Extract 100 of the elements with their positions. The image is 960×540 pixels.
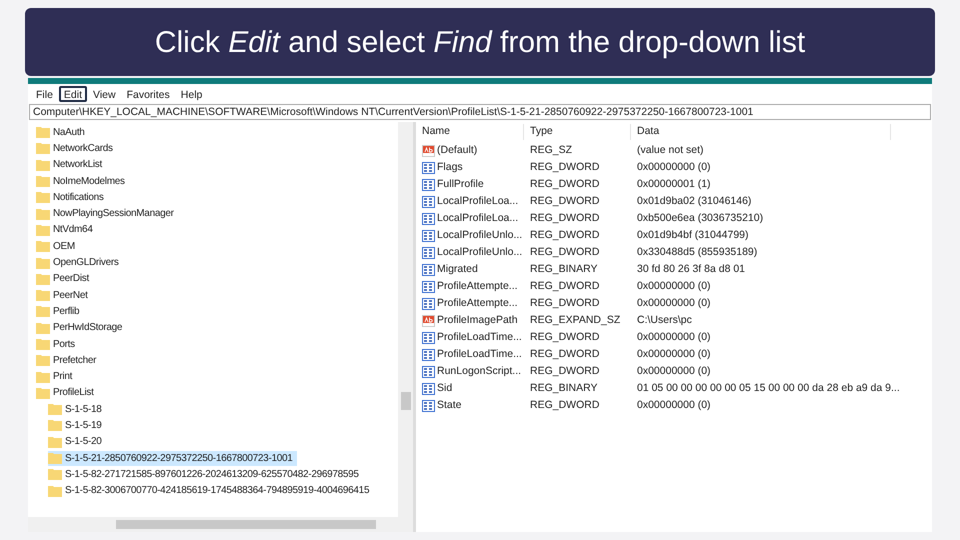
binary-value-icon (422, 382, 435, 394)
table-cell-text: REG_EXPAND_SZ (529, 312, 622, 328)
tree-item[interactable]: S-1-5-82-3006700770-424185619-1745488364-794895919-4004696415 (48, 483, 374, 498)
column-header[interactable]: Data (631, 124, 891, 140)
tree-item[interactable]: OEM (36, 238, 79, 254)
table-cell-text: 0x00000001 (1) (636, 176, 712, 192)
binary-value-icon (422, 178, 435, 190)
table-cell-text: ProfileAttempte... (437, 296, 518, 311)
tree-item[interactable]: PeerNet (36, 288, 92, 303)
binary-value-icon (422, 264, 435, 276)
binary-value-icon (422, 298, 435, 310)
binary-value-icon (422, 196, 435, 208)
tree-item[interactable]: NetworkCards (36, 140, 117, 156)
table-cell-text: REG_DWORD (529, 194, 600, 209)
table-cell-text: REG_BINARY (529, 262, 598, 277)
menu-item[interactable]: Favorites (122, 86, 175, 102)
tree-item[interactable]: Prefetcher (36, 352, 100, 368)
table-cell-text: REG_DWORD (529, 346, 600, 362)
table-cell-text: REG_DWORD (529, 210, 600, 226)
menu-item[interactable]: Help (176, 86, 208, 102)
table-cell-text: 0x01d9ba02 (31046146) (636, 194, 752, 209)
table-cell-text: 0x00000000 (0) (636, 160, 712, 175)
table-cell-text: Migrated (437, 262, 478, 277)
folder-icon (36, 191, 50, 204)
tree-item[interactable]: Perflib (36, 304, 84, 319)
table-cell-text: FullProfile (437, 176, 484, 192)
folder-icon (36, 175, 50, 188)
table-cell-text: REG_DWORD (529, 176, 600, 192)
tree-item[interactable]: NaAuth (36, 124, 89, 140)
folder-icon (36, 158, 50, 171)
table-cell-text: REG_DWORD (529, 278, 600, 294)
tree-item[interactable]: ProfileList (36, 385, 98, 400)
binary-value-icon (422, 162, 435, 174)
table-cell-text: 0x330488d5 (855935189) (636, 244, 758, 260)
folder-icon (36, 338, 50, 350)
table-cell-text: C:\Users\pc (636, 312, 693, 328)
table-cell-text: REG_DWORD (529, 228, 600, 243)
folder-icon (48, 468, 62, 480)
table-cell-text: ProfileImagePath (437, 312, 518, 328)
tree-item[interactable]: Notifications (36, 190, 108, 205)
table-cell-text: 0x00000000 (0) (636, 346, 712, 362)
tree-item[interactable]: S-1-5-82-271721585-897601226-2024613209-625570482-296978595 (48, 466, 363, 482)
tree-item[interactable]: NtVdm64 (36, 222, 97, 238)
binary-value-icon (422, 280, 435, 292)
table-cell-text: REG_DWORD (529, 296, 600, 311)
folder-icon (48, 419, 62, 432)
table-cell-text: (value not set) (636, 142, 705, 158)
folder-icon (48, 436, 62, 448)
tree-item[interactable]: NowPlayingSessionManager (36, 206, 178, 222)
column-header[interactable]: Type (524, 124, 631, 140)
table-cell-text: LocalProfileUnlo... (437, 244, 522, 260)
tree-item[interactable]: PeerDist (36, 271, 93, 286)
tree-item[interactable]: NoImeModelmes (36, 174, 129, 189)
table-cell-text: LocalProfileUnlo... (437, 228, 522, 243)
folder-icon (36, 126, 50, 138)
menu-item[interactable]: File (31, 86, 58, 102)
menu-item[interactable]: View (88, 86, 121, 102)
table-cell-text: ProfileLoadTime... (437, 330, 522, 345)
folder-icon (36, 240, 50, 252)
table-cell-text: Sid (437, 380, 452, 396)
table-cell-text: 0x00000000 (0) (636, 296, 712, 311)
folder-icon (36, 370, 50, 383)
tree-item[interactable]: PerHwIdStorage (36, 320, 126, 336)
column-header[interactable]: Name (416, 124, 524, 140)
tree-item[interactable]: S-1-5-19 (48, 418, 106, 433)
text-value-icon (422, 314, 435, 326)
menu-item[interactable]: Edit (58, 86, 88, 102)
folder-icon (36, 305, 50, 318)
table-cell-text: 0x00000000 (0) (636, 398, 712, 413)
table-cell-text: ProfileLoadTime... (437, 346, 522, 362)
table-cell-text: State (437, 398, 462, 413)
table-cell-text: Flags (437, 160, 463, 175)
address-bar[interactable]: Computer\HKEY_LOCAL_MACHINE\SOFTWARE\Microsoft\Windows NT\CurrentVersion\ProfileList\S-1-5-21-2850760922-2975372250-1667800723-1001 (29, 104, 931, 120)
binary-value-icon (422, 230, 435, 242)
folder-icon (36, 272, 50, 285)
horizontal-scrollbar[interactable] (28, 517, 413, 532)
table-cell-text: LocalProfileLoa... (437, 194, 518, 209)
binary-value-icon (422, 348, 435, 360)
tree-item[interactable]: OpenGLDrivers (36, 255, 123, 270)
tree-item[interactable]: NetworkList (36, 157, 106, 172)
binary-value-icon (422, 400, 435, 412)
table-cell-text: 01 05 00 00 00 00 00 05 15 00 00 00 da 28 eb a9 da 9... (636, 380, 901, 396)
table-cell-text: 0x01d9b4bf (31044799) (636, 228, 750, 243)
tree-item[interactable]: Print (36, 369, 76, 384)
tree-item[interactable]: S-1-5-21-2850760922-2975372250-1667800723-1001 (48, 450, 297, 466)
folder-icon (36, 354, 50, 366)
binary-value-icon (422, 332, 435, 344)
folder-icon (36, 142, 50, 154)
vertical-scrollbar[interactable] (398, 122, 413, 517)
folder-icon (48, 452, 62, 464)
text-value-icon (422, 144, 435, 156)
instruction-banner: Click Edit and select Find from the drop-down list (25, 8, 935, 76)
table-cell-text: RunLogonScript... (437, 364, 522, 379)
tree-item[interactable]: Ports (36, 336, 79, 352)
table-cell-text: ProfileAttempte... (437, 278, 518, 294)
folder-icon (36, 224, 50, 236)
table-cell-text: REG_DWORD (529, 330, 600, 345)
binary-value-icon (422, 212, 435, 224)
tree-item[interactable]: S-1-5-20 (48, 434, 106, 450)
tree-item[interactable]: S-1-5-18 (48, 402, 106, 417)
